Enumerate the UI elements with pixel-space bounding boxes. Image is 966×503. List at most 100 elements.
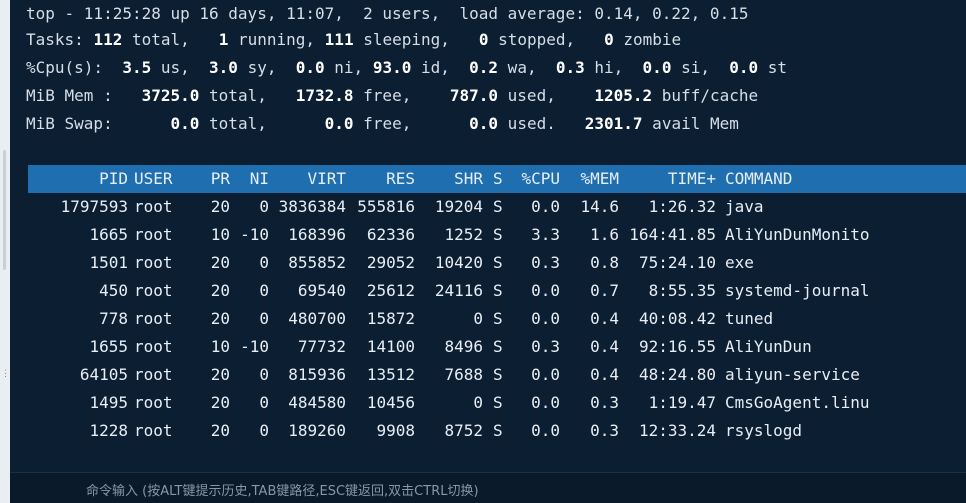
cell-state: S <box>493 337 503 356</box>
drag-handle-icon[interactable]: ⋮ <box>1 370 10 379</box>
tasks-zombie: 0 <box>604 30 614 49</box>
swap-free: 0.0 <box>324 114 354 133</box>
cell-mem: 0.4 <box>590 309 619 328</box>
cell-ni: 0 <box>259 197 269 216</box>
cell-user: root <box>134 281 173 300</box>
mem-free: 1732.8 <box>295 86 354 105</box>
tasks-stopped: 0 <box>478 30 489 49</box>
cell-mem: 0.3 <box>590 393 619 412</box>
cell-virt: 168396 <box>288 225 346 244</box>
cell-mem: 0.3 <box>590 421 619 440</box>
cell-cpu: 0.0 <box>531 197 560 216</box>
cell-virt: 815936 <box>288 365 346 384</box>
tasks-total: 112 <box>93 30 123 49</box>
tasks-running-label: running, <box>228 30 316 49</box>
table-row[interactable]: 450 root 20 0 69540 25612 24116 S 0.0 0.7 8:55.35 s… <box>10 277 966 305</box>
cell-cpu: 0.3 <box>531 253 560 272</box>
cell-user: root <box>134 421 173 440</box>
cell-command: rsyslogd <box>725 421 803 440</box>
cpu-hi: 0.3 <box>555 58 585 77</box>
col-time: TIME+ <box>667 169 716 188</box>
col-s: S <box>493 169 503 188</box>
table-row[interactable]: 1665 root 10 -10 168396 62336 1252 S 3.3 1.6 164:4… <box>10 221 966 249</box>
col-ni: NI <box>249 169 269 188</box>
cell-time: 1:19.47 <box>648 393 716 412</box>
table-row[interactable]: 1501 root 20 0 855852 29052 10420 S 0.3 0.8 75:24.… <box>10 249 966 277</box>
cpu-st: 0.0 <box>729 58 759 77</box>
left-scroll-strip[interactable]: ⋮ <box>0 0 10 503</box>
mem-total: 3725.0 <box>141 86 200 105</box>
table-row[interactable]: 778 root 20 0 480700 15872 0 S 0.0 0.4 40:08.42 tun… <box>10 305 966 333</box>
tasks-sleeping: 111 <box>324 30 354 49</box>
cell-user: root <box>134 197 173 216</box>
col-virt: VIRT <box>307 169 346 188</box>
cell-res: 15872 <box>366 309 415 328</box>
cell-shr: 0 <box>473 393 483 412</box>
cell-time: 8:55.35 <box>648 281 716 300</box>
cell-shr: 24116 <box>434 281 483 300</box>
cell-time: 40:08.42 <box>638 309 716 328</box>
cell-shr: 1252 <box>444 225 483 244</box>
cell-pr: 20 <box>210 197 230 216</box>
command-input-hint[interactable]: 命令输入 (按ALT键提示历史,TAB键路径,ESC键返回,双击CTRL切换) <box>86 480 479 499</box>
tasks-line: Tasks: 112 total, 1 running, 111 sleepin… <box>26 26 681 54</box>
table-row[interactable]: 1495 root 20 0 484580 10456 0 S 0.0 0.3 1:19.47 Cms… <box>10 389 966 417</box>
tasks-sleeping-label: sleeping, <box>353 30 450 49</box>
cell-shr: 19204 <box>434 197 483 216</box>
cell-command: java <box>725 197 764 216</box>
cell-state: S <box>493 253 503 272</box>
table-row[interactable]: 64105 root 20 0 815936 13512 7688 S 0.0 0.4 48:24.… <box>10 361 966 389</box>
cell-res: 9908 <box>376 421 415 440</box>
cell-res: 25612 <box>366 281 415 300</box>
cell-state: S <box>493 281 503 300</box>
cell-mem: 0.8 <box>590 253 619 272</box>
cell-virt: 3836384 <box>278 197 346 216</box>
cell-state: S <box>493 365 503 384</box>
process-table-header: PID USER PR NI VIRT RES SHR S %CPU %MEM … <box>28 165 966 193</box>
cell-mem: 0.4 <box>590 337 619 356</box>
col-pr: PR <box>210 169 230 188</box>
cell-pid: 1228 <box>89 421 128 440</box>
cell-virt: 69540 <box>297 281 346 300</box>
cpu-line: %Cpu(s): 3.5 us, 3.0 sy, 0.0 ni, 93.0 id… <box>26 58 788 77</box>
cell-command: exe <box>725 253 754 272</box>
col-res: RES <box>386 169 415 188</box>
cpu-us: 3.5 <box>122 58 152 77</box>
cell-res: 29052 <box>366 253 415 272</box>
table-row[interactable]: 1797593 root 20 0 3836384 555816 19204 S 0.0 14.6… <box>10 193 966 221</box>
cell-cpu: 0.0 <box>531 309 560 328</box>
table-row[interactable]: 1228 root 20 0 189260 9908 8752 S 0.0 0.3 12:33.24… <box>10 417 966 445</box>
scrollbar-thumb[interactable] <box>3 150 6 270</box>
cpu-sy: 3.0 <box>209 58 238 77</box>
cell-virt: 484580 <box>288 393 346 412</box>
cell-pid: 64105 <box>79 365 128 384</box>
command-input-bar[interactable]: 命令输入 (按ALT键提示历史,TAB键路径,ESC键返回,双击CTRL切换) <box>10 472 966 503</box>
cell-shr: 7688 <box>444 365 483 384</box>
cell-virt: 77732 <box>297 337 346 356</box>
cell-cpu: 0.0 <box>531 393 560 412</box>
swap-avail-mem: 2301.7 <box>584 114 643 133</box>
cell-cpu: 0.0 <box>531 281 560 300</box>
swap-label: MiB Swap: <box>26 114 113 133</box>
table-row[interactable]: 1655 root 10 -10 77732 14100 8496 S 0.3 0.4 92:16.… <box>10 333 966 361</box>
cell-ni: 0 <box>259 393 269 412</box>
cell-pid: 1501 <box>89 253 128 272</box>
cell-ni: 0 <box>259 365 269 384</box>
cell-command: tuned <box>725 309 774 328</box>
cell-res: 10456 <box>366 393 415 412</box>
mem-used: 787.0 <box>449 86 499 105</box>
cell-ni: 0 <box>259 281 269 300</box>
cell-time: 48:24.80 <box>638 365 716 384</box>
cell-mem: 0.7 <box>590 281 619 300</box>
tasks-running: 1 <box>218 30 229 49</box>
cell-shr: 10420 <box>434 253 483 272</box>
cell-res: 555816 <box>357 197 415 216</box>
tasks-total-label: total, <box>122 30 190 49</box>
cell-time: 1:26.32 <box>648 197 716 216</box>
cell-user: root <box>134 309 173 328</box>
cell-mem: 14.6 <box>580 197 619 216</box>
cell-res: 62336 <box>366 225 415 244</box>
cell-user: root <box>134 225 173 244</box>
cell-user: root <box>134 393 173 412</box>
swap-total: 0.0 <box>170 114 200 133</box>
